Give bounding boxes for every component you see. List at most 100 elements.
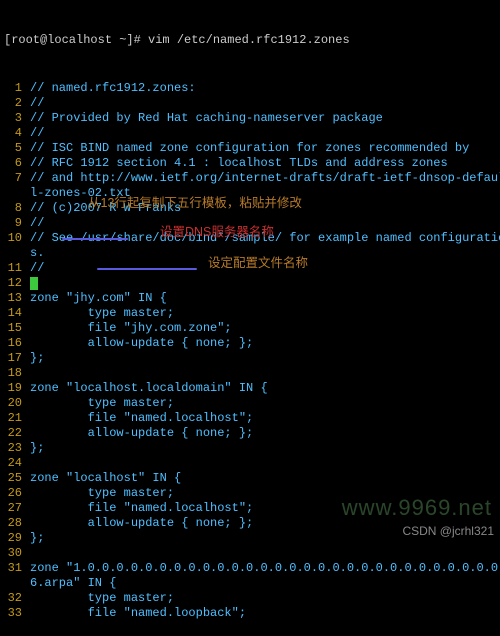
code-line[interactable]: 21 file "named.localhost"; <box>4 411 500 426</box>
line-number: 29 <box>4 531 30 546</box>
line-number: 17 <box>4 351 30 366</box>
line-number: 2 <box>4 96 30 111</box>
line-number: 5 <box>4 141 30 156</box>
shell-prompt: [root@localhost ~]# vim /etc/named.rfc19… <box>4 33 500 48</box>
code-line[interactable]: 32 type master; <box>4 591 500 606</box>
line-number <box>4 186 30 201</box>
underline-file-name <box>97 268 197 270</box>
code-text: }; <box>30 441 500 456</box>
line-number: 1 <box>4 81 30 96</box>
code-line[interactable]: 22 allow-update { none; }; <box>4 426 500 441</box>
line-number: 9 <box>4 216 30 231</box>
code-text: file "named.localhost"; <box>30 501 500 516</box>
code-text: // Provided by Red Hat caching-nameserve… <box>30 111 500 126</box>
code-text: 6.arpa" IN { <box>30 576 500 591</box>
line-number: 23 <box>4 441 30 456</box>
line-number: 24 <box>4 456 30 471</box>
line-number: 14 <box>4 306 30 321</box>
code-line[interactable]: 5// ISC BIND named zone configuration fo… <box>4 141 500 156</box>
line-number: 28 <box>4 516 30 531</box>
code-line[interactable]: 1// named.rfc1912.zones: <box>4 81 500 96</box>
code-line[interactable]: 16 allow-update { none; }; <box>4 336 500 351</box>
code-text: // named.rfc1912.zones: <box>30 81 500 96</box>
code-line[interactable]: 33 file "named.loopback"; <box>4 606 500 621</box>
code-text <box>30 456 500 471</box>
code-text: type master; <box>30 396 500 411</box>
code-line[interactable]: 3// Provided by Red Hat caching-nameserv… <box>4 111 500 126</box>
code-text: file "named.localhost"; <box>30 411 500 426</box>
code-text <box>30 546 500 561</box>
vim-editor[interactable]: 1// named.rfc1912.zones:2//3// Provided … <box>4 81 500 621</box>
line-number: 8 <box>4 201 30 216</box>
code-line[interactable]: 24 <box>4 456 500 471</box>
terminal-viewport[interactable]: [root@localhost ~]# vim /etc/named.rfc19… <box>0 0 500 636</box>
code-line[interactable]: 15 file "jhy.com.zone"; <box>4 321 500 336</box>
line-number: 20 <box>4 396 30 411</box>
code-text: type master; <box>30 306 500 321</box>
line-number: 10 <box>4 231 30 246</box>
underline-zone-name <box>62 238 128 240</box>
line-number: 12 <box>4 276 30 291</box>
code-text: }; <box>30 351 500 366</box>
line-number: 33 <box>4 606 30 621</box>
code-text: file "jhy.com.zone"; <box>30 321 500 336</box>
line-number: 25 <box>4 471 30 486</box>
code-text: zone "localhost" IN { <box>30 471 500 486</box>
line-number: 4 <box>4 126 30 141</box>
line-number: 32 <box>4 591 30 606</box>
line-number: 26 <box>4 486 30 501</box>
code-line[interactable]: 14 type master; <box>4 306 500 321</box>
line-number <box>4 246 30 261</box>
line-number: 7 <box>4 171 30 186</box>
line-number: 19 <box>4 381 30 396</box>
code-line[interactable]: 6.arpa" IN { <box>4 576 500 591</box>
line-number: 31 <box>4 561 30 576</box>
code-text: allow-update { none; }; <box>30 426 500 441</box>
code-line[interactable]: 25zone "localhost" IN { <box>4 471 500 486</box>
author-credit: CSDN @jcrhl321 <box>402 524 494 539</box>
code-text: zone "jhy.com" IN { <box>30 291 500 306</box>
code-line[interactable]: 20 type master; <box>4 396 500 411</box>
line-number: 16 <box>4 336 30 351</box>
code-text: // and http://www.ietf.org/internet-draf… <box>30 171 500 186</box>
code-line[interactable]: 2// <box>4 96 500 111</box>
line-number: 27 <box>4 501 30 516</box>
code-text: type master; <box>30 591 500 606</box>
line-number: 15 <box>4 321 30 336</box>
code-line[interactable]: 17}; <box>4 351 500 366</box>
line-number: 18 <box>4 366 30 381</box>
code-line[interactable]: 7// and http://www.ietf.org/internet-dra… <box>4 171 500 186</box>
code-line[interactable]: 6// RFC 1912 section 4.1 : localhost TLD… <box>4 156 500 171</box>
code-text <box>30 366 500 381</box>
code-text: // <box>30 126 500 141</box>
code-line[interactable]: 27 file "named.localhost"; <box>4 501 500 516</box>
line-number: 11 <box>4 261 30 276</box>
code-line[interactable]: 4// <box>4 126 500 141</box>
code-line[interactable]: 19zone "localhost.localdomain" IN { <box>4 381 500 396</box>
line-number <box>4 576 30 591</box>
annotation-config-file: 设定配置文件名称 <box>208 256 308 271</box>
code-line[interactable]: 13zone "jhy.com" IN { <box>4 291 500 306</box>
annotation-instructions: 从13行起复制下五行模板，粘贴并修改 <box>88 196 302 211</box>
code-line[interactable]: 26 type master; <box>4 486 500 501</box>
code-line[interactable]: 30 <box>4 546 500 561</box>
code-text: // <box>30 96 500 111</box>
code-text: zone "localhost.localdomain" IN { <box>30 381 500 396</box>
line-number: 13 <box>4 291 30 306</box>
code-text <box>30 276 500 291</box>
line-number: 30 <box>4 546 30 561</box>
code-line[interactable]: 31zone "1.0.0.0.0.0.0.0.0.0.0.0.0.0.0.0.… <box>4 561 500 576</box>
code-line[interactable]: 12 <box>4 276 500 291</box>
line-number: 21 <box>4 411 30 426</box>
line-number: 3 <box>4 111 30 126</box>
code-text: zone "1.0.0.0.0.0.0.0.0.0.0.0.0.0.0.0.0.… <box>30 561 500 576</box>
code-line[interactable]: 23}; <box>4 441 500 456</box>
code-text: allow-update { none; }; <box>30 336 500 351</box>
line-number: 6 <box>4 156 30 171</box>
line-number: 22 <box>4 426 30 441</box>
code-text: // ISC BIND named zone configuration for… <box>30 141 500 156</box>
code-line[interactable]: 18 <box>4 366 500 381</box>
code-text: // RFC 1912 section 4.1 : localhost TLDs… <box>30 156 500 171</box>
code-text: file "named.loopback"; <box>30 606 500 621</box>
code-text: type master; <box>30 486 500 501</box>
